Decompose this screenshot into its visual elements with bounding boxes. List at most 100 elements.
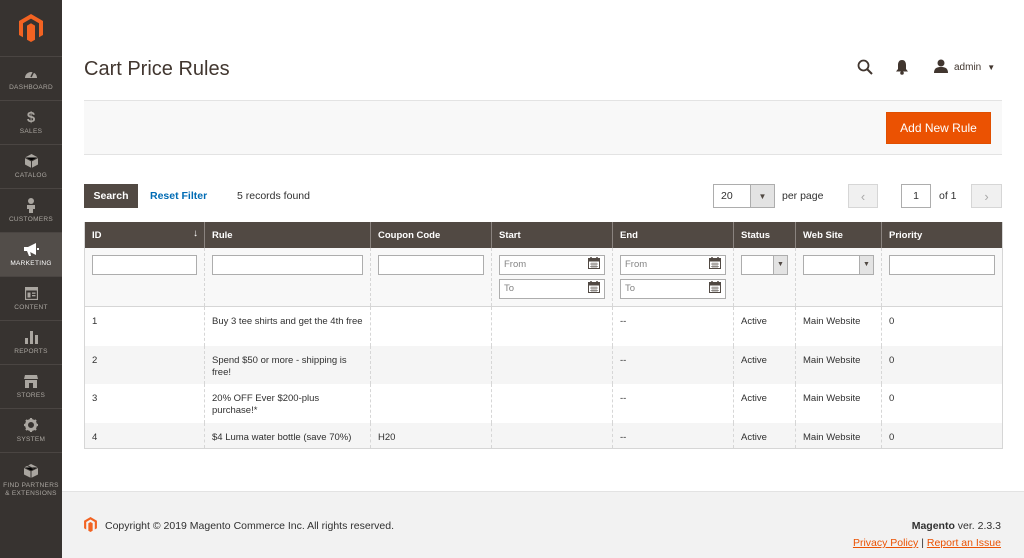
column-header-start[interactable]: Start <box>491 222 613 248</box>
column-header-rule[interactable]: Rule <box>204 222 371 248</box>
placeholder-text: From <box>504 259 527 270</box>
user-name: admin <box>954 62 982 73</box>
website-filter-select[interactable]: ▼ <box>803 255 874 275</box>
column-header-end[interactable]: End <box>612 222 734 248</box>
sidebar-item-label: REPORTS <box>14 348 48 355</box>
bar-chart-icon <box>23 329 39 345</box>
cell-priority: 0 <box>881 422 1003 449</box>
cell-rule: Spend $50 or more - shipping is free! <box>204 345 371 384</box>
sidebar-item-content[interactable]: CONTENT <box>0 276 62 320</box>
notifications-bell-icon[interactable] <box>895 60 909 78</box>
cube-icon <box>23 153 39 169</box>
cell-end: -- <box>612 422 734 449</box>
table-row[interactable]: 4 $4 Luma water bottle (save 70%) H20 --… <box>84 422 1003 449</box>
cell-rule: Buy 3 tee shirts and get the 4th free <box>204 306 371 346</box>
column-header-coupon-code[interactable]: Coupon Code <box>370 222 492 248</box>
report-issue-link[interactable]: Report an Issue <box>927 537 1001 549</box>
cell-status: Active <box>733 306 796 346</box>
placeholder-text: To <box>504 283 515 294</box>
cell-end: -- <box>612 345 734 384</box>
cell-priority: 0 <box>881 383 1003 423</box>
previous-page-button[interactable]: ‹ <box>848 184 878 208</box>
caret-down-icon: ▼ <box>750 185 774 207</box>
cell-coupon <box>370 306 492 346</box>
page-count: of 1 <box>939 190 957 202</box>
cell-status: Active <box>733 345 796 384</box>
sidebar-item-sales[interactable]: $ SALES <box>0 100 62 144</box>
calendar-icon[interactable] <box>588 257 600 273</box>
sort-arrow-icon: ↓ <box>193 228 198 239</box>
sidebar-item-stores[interactable]: STORES <box>0 364 62 408</box>
cell-start <box>491 383 613 423</box>
cell-end: -- <box>612 306 734 346</box>
cell-priority: 0 <box>881 306 1003 346</box>
per-page-value: 20 <box>721 190 733 202</box>
sidebar-item-marketing[interactable]: MARKETING <box>0 232 62 276</box>
cell-status: Active <box>733 383 796 423</box>
sidebar-item-customers[interactable]: CUSTOMERS <box>0 188 62 232</box>
cell-id: 2 <box>84 345 205 384</box>
start-from-input[interactable]: From <box>499 255 605 275</box>
sidebar-item-find-partners[interactable]: FIND PARTNERS & EXTENSIONS <box>0 452 62 508</box>
sidebar-item-label: SALES <box>19 128 43 135</box>
page-number-input[interactable]: 1 <box>901 184 931 208</box>
reset-filter-link[interactable]: Reset Filter <box>150 190 207 202</box>
store-icon <box>23 373 39 389</box>
cell-coupon <box>370 345 492 384</box>
cell-start <box>491 422 613 449</box>
calendar-icon[interactable] <box>588 281 600 297</box>
chevron-left-icon: ‹ <box>860 188 866 204</box>
priority-filter-input[interactable] <box>889 255 995 275</box>
search-button[interactable]: Search <box>84 184 138 208</box>
cell-id: 4 <box>84 422 205 449</box>
cell-website: Main Website <box>795 345 882 384</box>
end-to-input[interactable]: To <box>620 279 726 299</box>
cell-website: Main Website <box>795 422 882 449</box>
next-page-button[interactable]: › <box>971 184 1002 208</box>
cell-start <box>491 306 613 346</box>
cell-end: -- <box>612 383 734 423</box>
rule-filter-input[interactable] <box>212 255 363 275</box>
privacy-policy-link[interactable]: Privacy Policy <box>853 537 918 549</box>
table-row[interactable]: 3 20% OFF Ever $200-plus purchase!* -- A… <box>85 383 1003 423</box>
sidebar-item-system[interactable]: SYSTEM <box>0 408 62 452</box>
column-header-priority[interactable]: Priority <box>881 222 1003 248</box>
cart-price-rules-grid: ID ↓ Rule Coupon Code Start End Status We… <box>84 222 1003 449</box>
search-icon[interactable] <box>857 59 873 78</box>
end-from-input[interactable]: From <box>620 255 726 275</box>
brand-name: Magento <box>911 520 955 532</box>
magento-logo-icon <box>84 517 97 535</box>
column-header-web-site[interactable]: Web Site <box>795 222 882 248</box>
column-label: ID <box>92 229 102 241</box>
id-filter-input[interactable] <box>92 255 197 275</box>
sidebar-item-catalog[interactable]: CATALOG <box>0 144 62 188</box>
add-new-rule-button[interactable]: Add New Rule <box>886 112 991 144</box>
sidebar-item-label: MARKETING <box>10 260 52 267</box>
calendar-icon[interactable] <box>709 281 721 297</box>
sidebar-item-reports[interactable]: REPORTS <box>0 320 62 364</box>
filter-row: From To From To ▼ ▼ <box>84 248 1003 307</box>
column-header-id[interactable]: ID ↓ <box>84 222 205 248</box>
table-row[interactable]: 2 Spend $50 or more - shipping is free! … <box>84 345 1003 384</box>
column-header-status[interactable]: Status <box>733 222 796 248</box>
per-page-select[interactable]: 20 ▼ <box>713 184 775 208</box>
cell-status: Active <box>733 422 796 449</box>
magento-logo[interactable] <box>0 0 62 56</box>
table-row[interactable]: 1 Buy 3 tee shirts and get the 4th free … <box>85 306 1003 346</box>
gear-icon <box>23 417 39 433</box>
sidebar-item-label: CONTENT <box>14 304 48 311</box>
page-title: Cart Price Rules <box>84 58 230 80</box>
admin-user-menu[interactable]: admin ▼ <box>934 59 995 76</box>
sidebar-item-label: SYSTEM <box>16 436 46 443</box>
content-icon <box>23 285 39 301</box>
dashboard-icon <box>23 65 39 81</box>
cell-rule: $4 Luma water bottle (save 70%) <box>204 422 371 449</box>
sidebar-item-dashboard[interactable]: DASHBOARD <box>0 56 62 100</box>
sidebar-item-label: DASHBOARD <box>9 84 53 91</box>
start-to-input[interactable]: To <box>499 279 605 299</box>
coupon-filter-input[interactable] <box>378 255 484 275</box>
cell-id: 3 <box>92 392 98 404</box>
status-filter-select[interactable]: ▼ <box>741 255 788 275</box>
page-footer: Copyright © 2019 Magento Commerce Inc. A… <box>62 491 1024 558</box>
calendar-icon[interactable] <box>709 257 721 273</box>
